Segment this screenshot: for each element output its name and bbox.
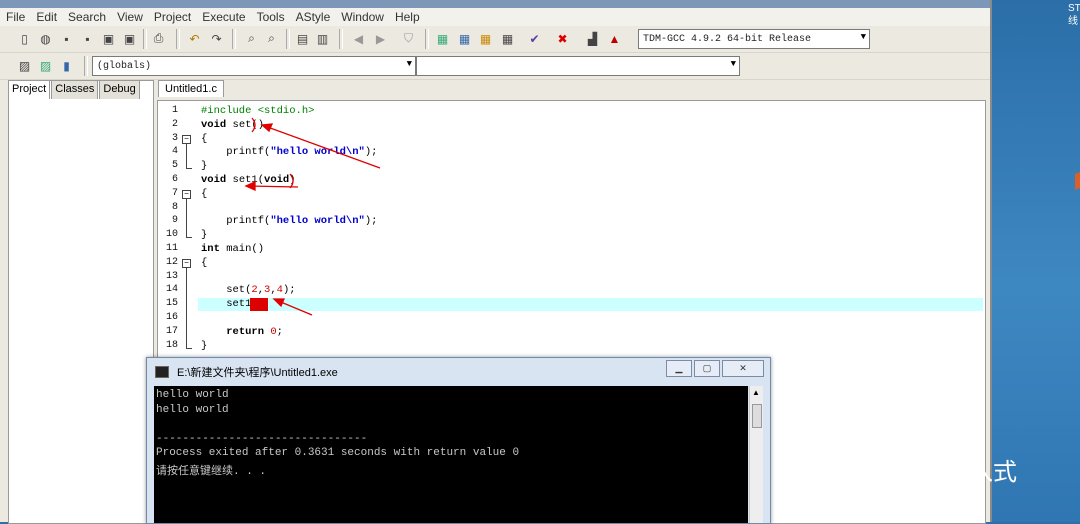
console-line: hello world (156, 389, 229, 401)
arrow-head (260, 123, 274, 133)
bracket-match-highlight (250, 298, 268, 311)
arrow-head (272, 298, 285, 308)
wechat-icon (846, 456, 878, 483)
console-title: E:\新建文件夹\程序\Untitled1.exe (177, 366, 338, 379)
desktop-corner-text: ST 线 (1068, 3, 1080, 27)
minimize-icon[interactable]: ▁ (666, 360, 692, 377)
console-line: -------------------------------- (156, 432, 368, 445)
close-icon[interactable]: ✕ (722, 360, 764, 377)
scroll-thumb[interactable] (752, 404, 762, 428)
console-app-icon (155, 365, 169, 378)
arrow-set-annotation (261, 124, 381, 169)
window-controls: ▁ ▢ ✕ (664, 360, 764, 377)
console-line: hello world (156, 403, 229, 416)
maximize-icon[interactable]: ▢ (694, 360, 720, 377)
console-line: 请按任意键继续. . . (156, 466, 267, 478)
console-line: Process exited after 0.3631 seconds with… (156, 447, 520, 460)
watermark-text: txp学嵌入式 (889, 459, 1018, 486)
bracket-mark (251, 117, 256, 133)
watermark: txp学嵌入式 (845, 452, 1017, 487)
console-scrollbar[interactable]: ▲ (749, 386, 763, 523)
desktop-corner-area: ST 线 (988, 0, 1080, 522)
desktop-orange-marker (1075, 170, 1080, 190)
scroll-up-icon[interactable]: ▲ (752, 388, 760, 397)
arrow-head (244, 180, 256, 192)
bracket-mark (289, 173, 294, 189)
console-window: E:\新建文件夹\程序\Untitled1.exe ▁ ▢ ✕ hello wo… (146, 357, 771, 524)
console-output[interactable]: hello world hello world ------------------… (154, 386, 748, 523)
